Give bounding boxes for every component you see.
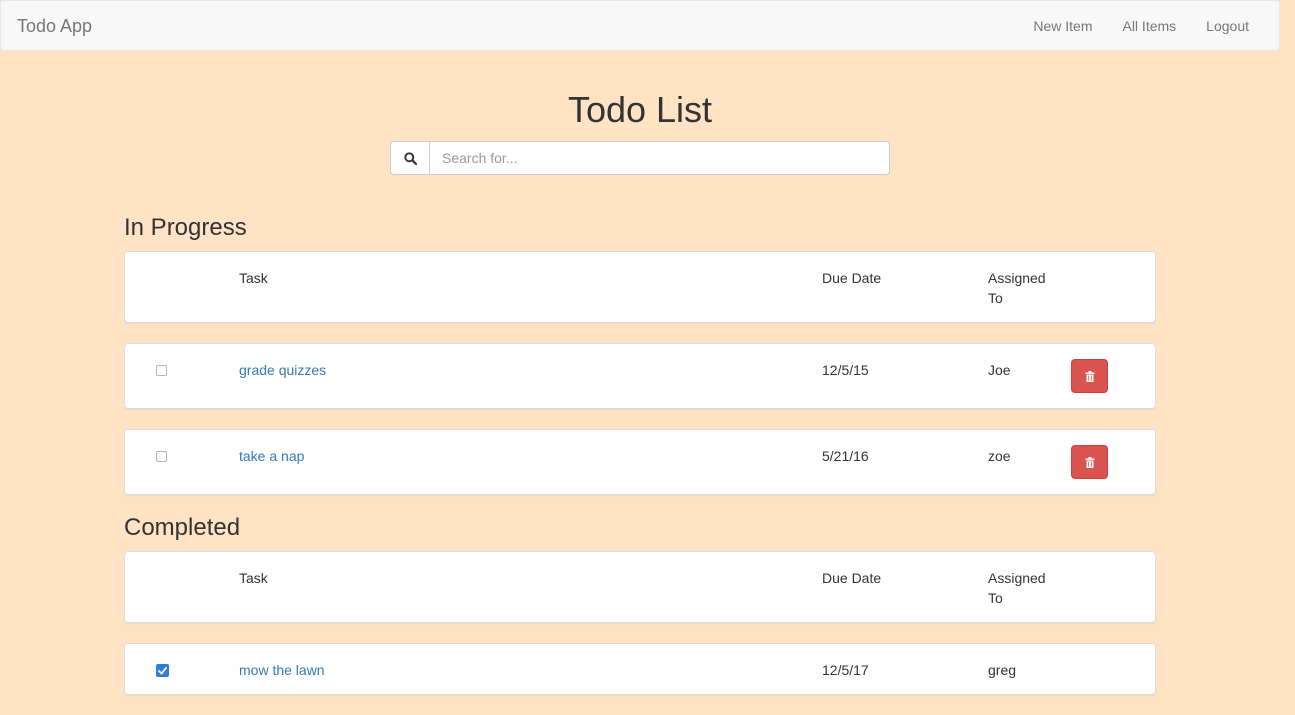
search-addon [390, 141, 429, 175]
completed-heading: Completed [124, 514, 241, 541]
nav-link-new-item[interactable]: New Item [1033, 18, 1092, 34]
nav-link-logout[interactable]: Logout [1206, 18, 1249, 34]
task-checkbox[interactable] [156, 664, 169, 677]
completed-header-row: Task Due Date Assigned To [124, 551, 1156, 623]
nav-links: New Item All Items Logout [1033, 18, 1249, 34]
header-assigned-to: Assigned To [988, 270, 1046, 306]
delete-button[interactable] [1071, 359, 1108, 393]
trash-icon [1085, 456, 1094, 468]
page-title: Todo List [567, 89, 713, 130]
header-due-date: Due Date [822, 570, 882, 586]
due-date: 12/5/15 [822, 362, 869, 378]
delete-button[interactable] [1071, 445, 1108, 479]
table-row: take a nap 5/21/16 zoe [124, 429, 1156, 495]
task-checkbox[interactable] [156, 451, 167, 462]
navbar-brand[interactable]: Todo App [17, 16, 92, 37]
in-progress-header-row: Task Due Date Assigned To [124, 251, 1156, 323]
header-task: Task [239, 270, 268, 286]
table-row: grade quizzes 12/5/15 Joe [124, 343, 1156, 409]
assigned-to: Joe [988, 362, 1011, 378]
task-link[interactable]: mow the lawn [239, 660, 325, 680]
task-checkbox[interactable] [156, 365, 167, 376]
assigned-to: greg [988, 662, 1017, 678]
nav-link-all-items[interactable]: All Items [1122, 18, 1176, 34]
trash-icon [1085, 370, 1094, 382]
navbar: Todo App New Item All Items Logout [0, 0, 1280, 51]
task-link[interactable]: grade quizzes [239, 360, 326, 380]
task-link[interactable]: take a nap [239, 446, 304, 466]
search-icon [403, 151, 417, 165]
in-progress-heading: In Progress [124, 214, 247, 241]
header-assigned-to: Assigned To [988, 570, 1046, 606]
search-group [390, 141, 890, 175]
due-date: 12/5/17 [822, 662, 869, 678]
check-icon [158, 666, 167, 674]
search-input[interactable] [429, 141, 890, 175]
due-date: 5/21/16 [822, 448, 869, 464]
header-due-date: Due Date [822, 270, 882, 286]
table-row: mow the lawn 12/5/17 greg [124, 643, 1156, 695]
assigned-to: zoe [988, 448, 1011, 464]
header-task: Task [239, 570, 268, 586]
